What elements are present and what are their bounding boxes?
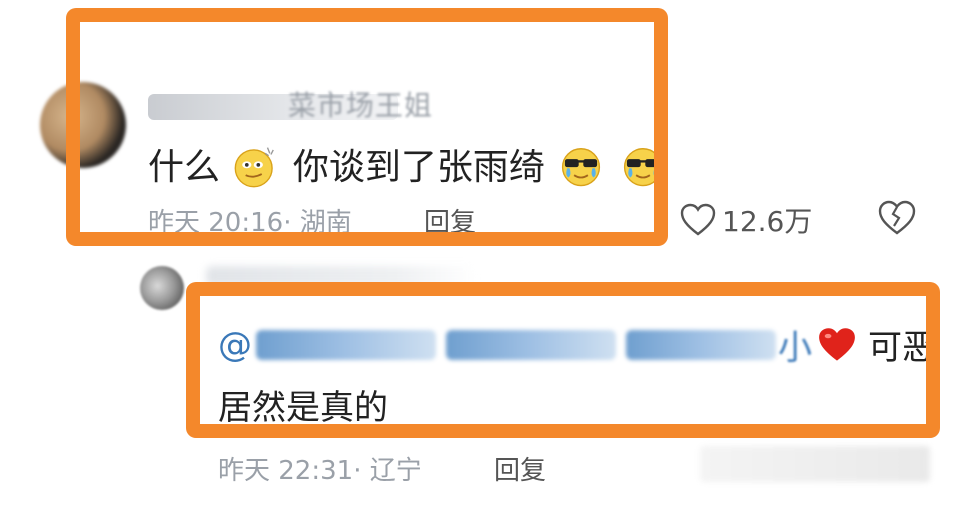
highlight-frame — [186, 282, 940, 438]
dislike-button[interactable] — [878, 200, 916, 240]
highlight-frame — [66, 8, 668, 246]
reply-button[interactable]: 回复 — [494, 450, 546, 487]
like-button[interactable]: 12.6万 — [680, 200, 812, 240]
reply-time-location: 昨天 22:31· 辽宁 — [218, 456, 422, 486]
broken-heart-icon — [878, 200, 916, 235]
like-count: 12.6万 — [722, 205, 813, 238]
watermark — [700, 446, 930, 482]
avatar[interactable] — [140, 266, 184, 310]
heart-outline-icon — [680, 203, 716, 236]
